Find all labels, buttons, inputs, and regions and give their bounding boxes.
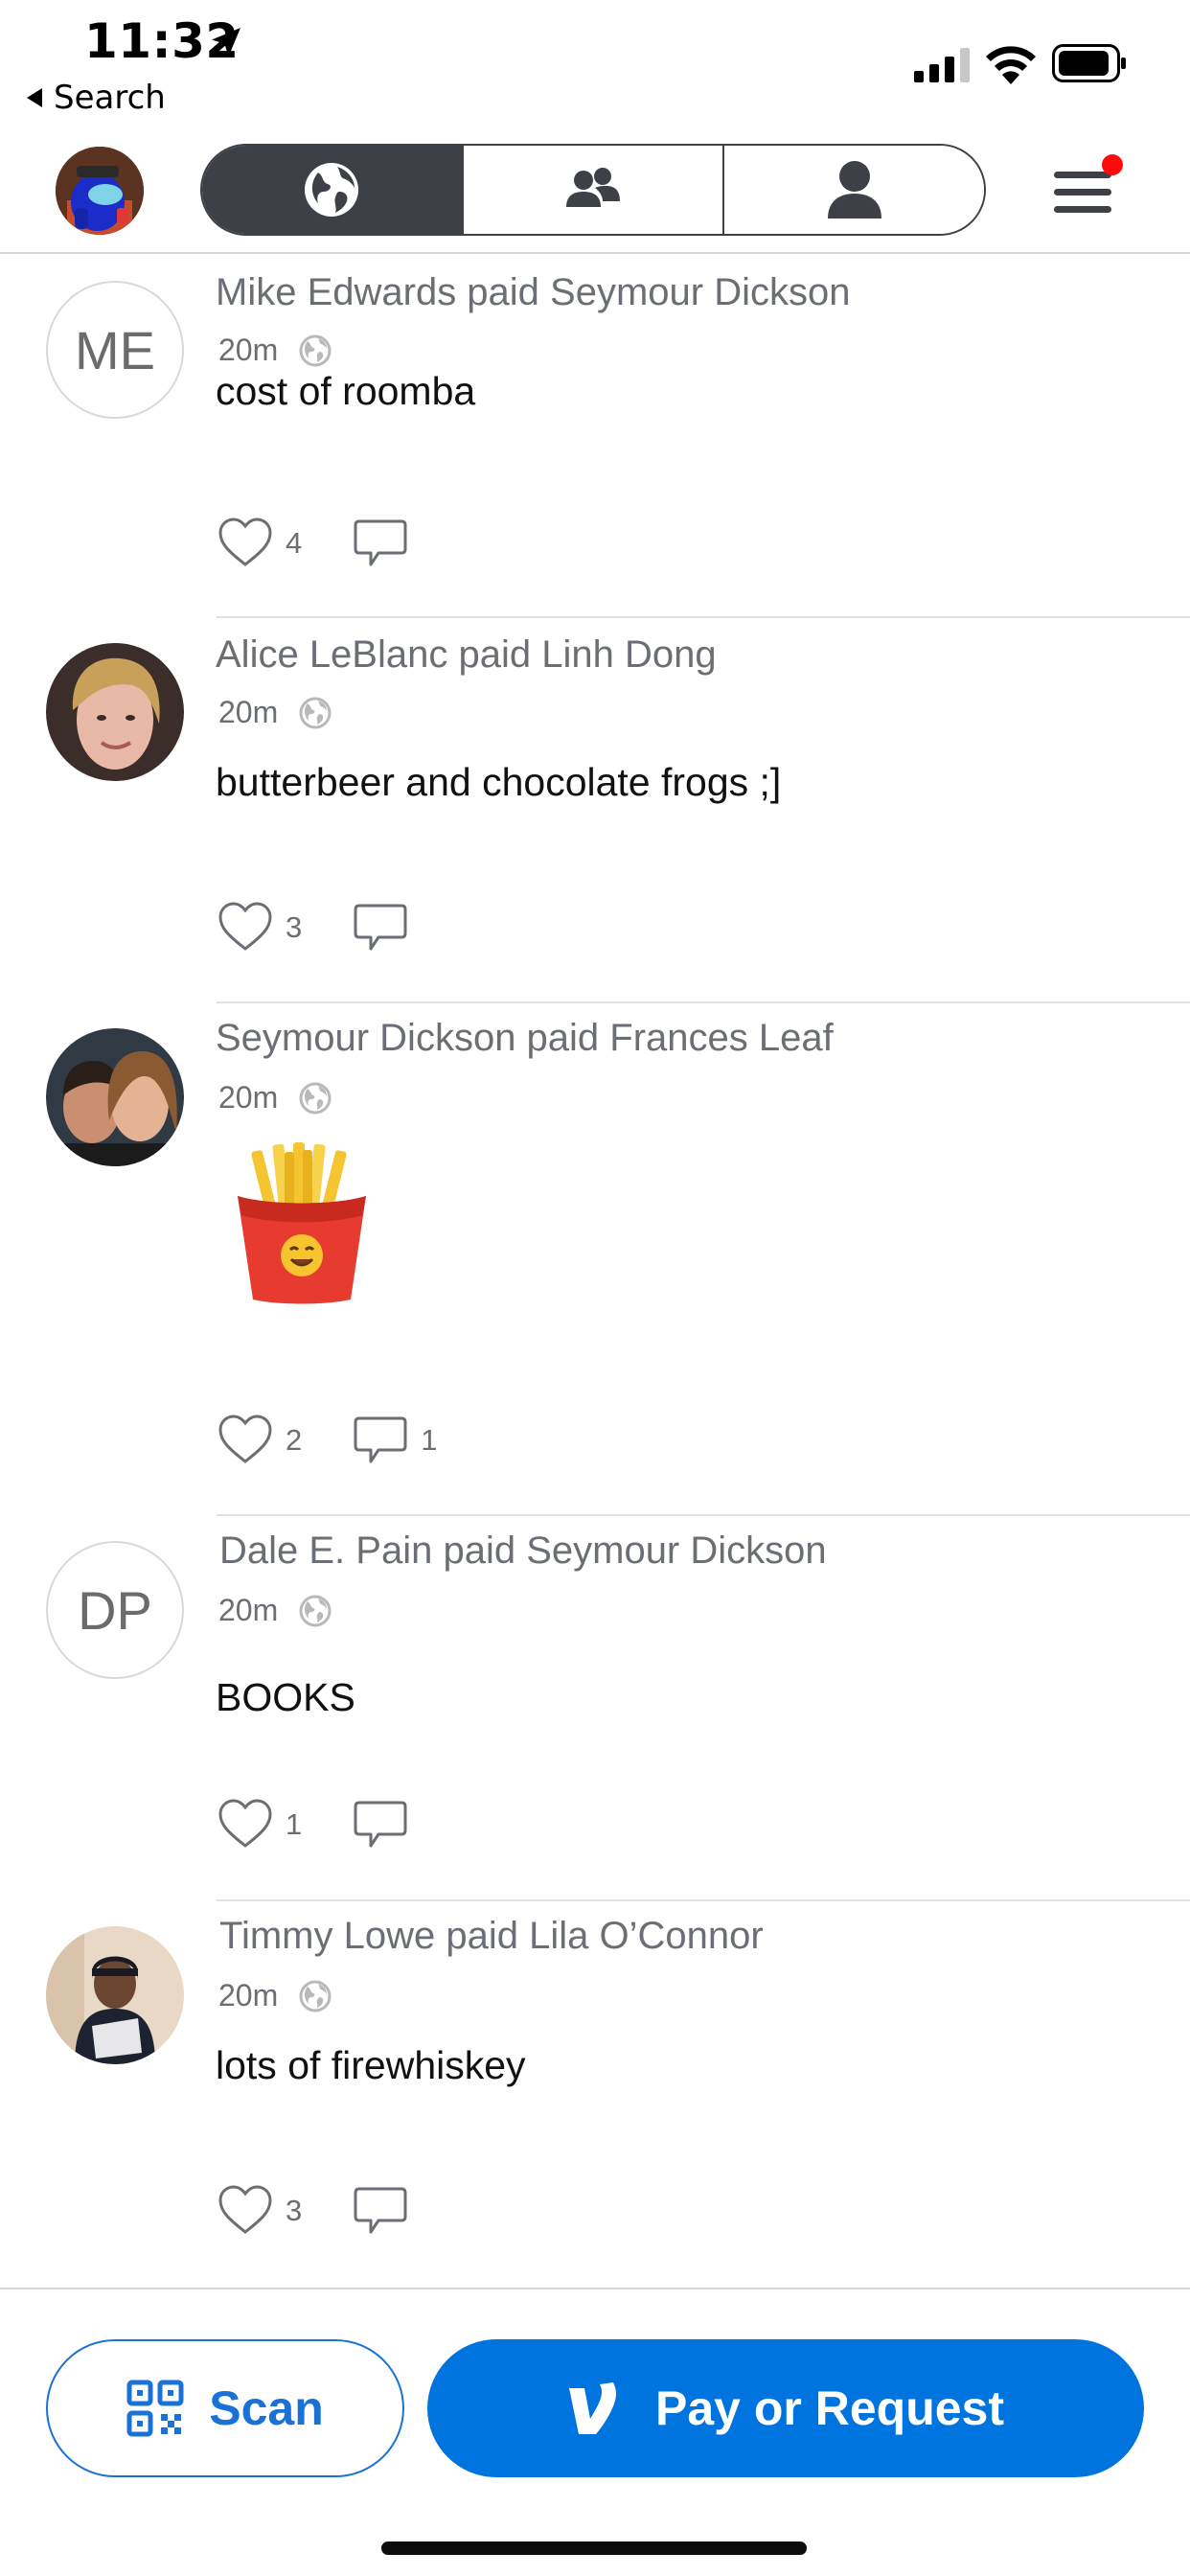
public-globe-icon bbox=[299, 697, 332, 728]
feed-item[interactable]: Seymour Dickson paid Frances Leaf 20m 2 bbox=[0, 1003, 1190, 1516]
like-button[interactable]: 4 bbox=[217, 515, 302, 572]
comment-count: 1 bbox=[421, 1423, 438, 1457]
among-us-avatar-image bbox=[56, 147, 144, 235]
pay-or-request-button[interactable]: Pay or Request bbox=[427, 2339, 1144, 2477]
venmo-logo-icon bbox=[568, 2382, 616, 2434]
scan-label: Scan bbox=[209, 2381, 324, 2435]
story-actions: 2 1 bbox=[217, 1412, 488, 1469]
comment-button[interactable] bbox=[352, 515, 421, 572]
user-avatar[interactable] bbox=[56, 147, 144, 235]
tab-public-feed[interactable] bbox=[202, 146, 464, 234]
activity-feed: ME Mike Edwards paid Seymour Dickson 20m… bbox=[0, 256, 1190, 2288]
feed-item[interactable]: Timmy Lowe paid Lila O’Connor 20m lots o… bbox=[0, 1901, 1190, 2288]
profile-photo-image bbox=[46, 1028, 184, 1166]
avatar-photo[interactable] bbox=[46, 1926, 184, 2064]
scan-button[interactable]: Scan bbox=[46, 2339, 404, 2477]
heart-icon bbox=[218, 518, 272, 566]
story-note: cost of roomba bbox=[216, 369, 476, 413]
profile-photo-image bbox=[46, 643, 184, 781]
story-headline: Alice LeBlanc paid Linh Dong bbox=[216, 633, 717, 676]
feed-item[interactable]: Alice LeBlanc paid Linh Dong 20m butterb… bbox=[0, 618, 1190, 1003]
like-count: 4 bbox=[286, 526, 303, 560]
signal-icon bbox=[914, 48, 970, 82]
story-actions: 3 bbox=[217, 2182, 470, 2240]
story-meta: 20m bbox=[218, 1978, 332, 2013]
like-button[interactable]: 3 bbox=[217, 2182, 302, 2240]
friends-icon bbox=[566, 168, 620, 207]
story-headline: Mike Edwards paid Seymour Dickson bbox=[216, 271, 851, 313]
location-arrow-icon bbox=[212, 28, 240, 57]
story-meta: 20m bbox=[218, 1593, 332, 1628]
story-time: 20m bbox=[218, 1978, 279, 2012]
comment-button[interactable] bbox=[352, 899, 421, 956]
story-actions: 4 bbox=[217, 515, 470, 572]
bottom-action-bar: Scan Pay or Request bbox=[0, 2288, 1190, 2576]
like-count: 1 bbox=[286, 1807, 303, 1841]
avatar-initials[interactable]: ME bbox=[46, 281, 184, 419]
story-time: 20m bbox=[218, 1593, 279, 1627]
public-globe-icon bbox=[299, 1595, 332, 1626]
story-actions: 3 bbox=[217, 899, 470, 956]
comment-button[interactable] bbox=[352, 1796, 421, 1853]
like-button[interactable]: 2 bbox=[217, 1412, 302, 1469]
comment-button[interactable]: 1 bbox=[352, 1412, 438, 1469]
top-nav bbox=[0, 129, 1190, 254]
feed-filter-segmented-control bbox=[200, 144, 986, 236]
heart-icon bbox=[218, 1414, 272, 1463]
like-button[interactable]: 1 bbox=[217, 1796, 302, 1853]
story-time: 20m bbox=[218, 1080, 279, 1115]
back-to-search-link[interactable]: Search bbox=[27, 79, 166, 117]
comment-button[interactable] bbox=[352, 2182, 421, 2240]
comment-icon bbox=[354, 2187, 407, 2234]
story-note: BOOKS bbox=[216, 1675, 355, 1719]
wifi-icon bbox=[986, 46, 1036, 84]
story-meta: 20m bbox=[218, 333, 332, 368]
status-bar: 11:32 Search bbox=[0, 0, 1190, 129]
public-globe-icon bbox=[299, 1082, 332, 1114]
avatar-initials[interactable]: DP bbox=[46, 1541, 184, 1679]
story-time: 20m bbox=[218, 695, 279, 729]
like-count: 3 bbox=[286, 910, 303, 944]
heart-icon bbox=[218, 2185, 272, 2234]
avatar-photo[interactable] bbox=[46, 643, 184, 781]
pay-or-request-label: Pay or Request bbox=[654, 2381, 1004, 2435]
feed-item[interactable]: ME Mike Edwards paid Seymour Dickson 20m… bbox=[0, 256, 1190, 618]
comment-icon bbox=[354, 904, 407, 951]
story-meta: 20m bbox=[218, 1080, 332, 1116]
public-globe-icon bbox=[299, 1980, 332, 2012]
french-fries-emoji-icon bbox=[238, 1142, 366, 1304]
heart-icon bbox=[218, 1799, 272, 1848]
tab-personal-feed[interactable] bbox=[724, 146, 984, 234]
like-count: 3 bbox=[286, 2194, 303, 2227]
avatar-photo[interactable] bbox=[46, 1028, 184, 1166]
public-globe-icon bbox=[299, 334, 332, 366]
home-indicator bbox=[381, 2542, 807, 2555]
story-meta: 20m bbox=[218, 695, 332, 730]
feed-item[interactable]: DP Dale E. Pain paid Seymour Dickson 20m… bbox=[0, 1516, 1190, 1901]
comment-icon bbox=[354, 1801, 407, 1848]
profile-photo-image bbox=[46, 1926, 184, 2064]
story-headline: Seymour Dickson paid Frances Leaf bbox=[216, 1017, 834, 1059]
story-headline: Dale E. Pain paid Seymour Dickson bbox=[219, 1530, 827, 1572]
back-search-label: Search bbox=[54, 79, 166, 117]
heart-icon bbox=[218, 902, 272, 951]
story-actions: 1 bbox=[217, 1796, 470, 1853]
comment-icon bbox=[354, 519, 407, 566]
story-headline: Timmy Lowe paid Lila O’Connor bbox=[219, 1915, 764, 1957]
story-time: 20m bbox=[218, 333, 279, 367]
like-count: 2 bbox=[286, 1423, 303, 1457]
story-note: lots of firewhiskey bbox=[216, 2043, 526, 2087]
back-arrow-icon bbox=[27, 88, 42, 107]
qr-code-icon bbox=[126, 2380, 184, 2437]
comment-icon bbox=[354, 1416, 407, 1463]
battery-icon bbox=[1052, 44, 1126, 82]
notification-dot bbox=[1102, 154, 1123, 175]
tab-friends-feed[interactable] bbox=[463, 146, 725, 234]
person-icon bbox=[827, 161, 881, 218]
like-button[interactable]: 3 bbox=[217, 899, 302, 956]
globe-icon bbox=[305, 163, 359, 217]
story-note: butterbeer and chocolate frogs ;] bbox=[216, 760, 782, 804]
